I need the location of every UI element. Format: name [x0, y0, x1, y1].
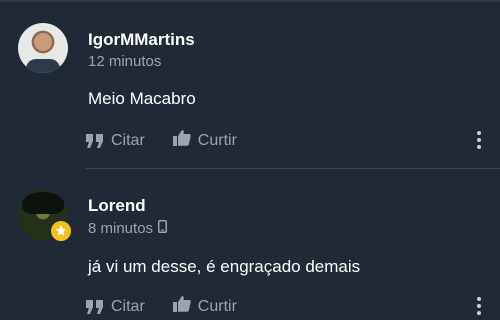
comment-item: Lorend 8 minutos já vi um desse, é engra…	[0, 170, 500, 320]
dot	[477, 311, 481, 315]
comment-username[interactable]: Lorend	[88, 196, 146, 216]
comment-text: já vi um desse, é engraçado demais	[88, 257, 361, 276]
dot	[477, 304, 481, 308]
more-options-icon[interactable]	[476, 297, 482, 315]
like-label: Curtir	[197, 131, 237, 149]
quote-icon	[86, 297, 104, 317]
quote-icon	[86, 131, 104, 151]
dot	[477, 138, 481, 142]
comment-actions: Citar Curtir	[86, 296, 265, 317]
comment-divider	[86, 168, 500, 169]
avatar-shirt	[26, 59, 60, 73]
more-options-icon[interactable]	[476, 131, 482, 149]
comment-time: 8 minutos	[88, 220, 168, 237]
comment-item: IgorMMartins 12 minutos Meio Macabro Cit…	[0, 0, 500, 168]
comment-actions: Citar Curtir	[86, 130, 265, 151]
dot	[477, 145, 481, 149]
comment-time: 12 minutos	[88, 53, 161, 70]
comment-text: Meio Macabro	[88, 89, 196, 108]
comment-username[interactable]: IgorMMartins	[88, 30, 195, 50]
dot	[477, 131, 481, 135]
quote-label: Citar	[111, 297, 145, 315]
like-button[interactable]: Curtir	[172, 296, 237, 317]
like-label: Curtir	[197, 297, 237, 315]
quote-button[interactable]: Citar	[86, 131, 145, 151]
like-button[interactable]: Curtir	[172, 130, 237, 151]
comment-time-text: 12 minutos	[88, 53, 162, 70]
quote-button[interactable]: Citar	[86, 297, 145, 317]
avatar-hair	[22, 192, 64, 214]
thumbs-up-icon	[172, 130, 191, 151]
thumbs-up-icon	[172, 296, 191, 317]
comment-feed: IgorMMartins 12 minutos Meio Macabro Cit…	[0, 0, 500, 320]
comment-time-text: 8 minutos	[88, 220, 154, 237]
mobile-device-icon	[158, 220, 168, 237]
dot	[477, 297, 481, 301]
avatar[interactable]	[18, 23, 68, 73]
leader-badge-icon	[49, 219, 73, 243]
quote-label: Citar	[111, 131, 145, 149]
